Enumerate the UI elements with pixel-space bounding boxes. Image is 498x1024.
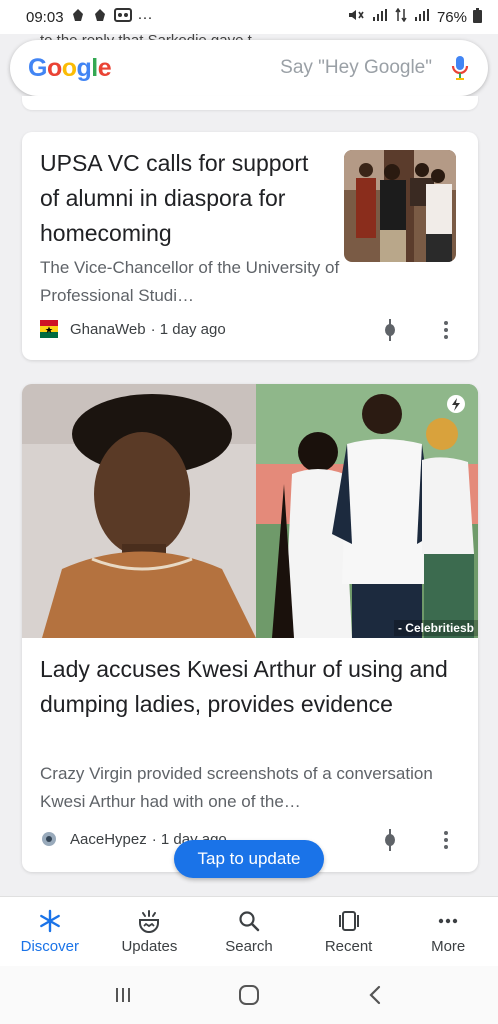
search-icon <box>236 908 262 934</box>
recents-icon <box>116 988 130 1002</box>
nav-label: Search <box>225 938 273 955</box>
image-credit: - Celebritiesb <box>393 620 478 636</box>
interest-icon[interactable] <box>378 318 402 342</box>
nav-more[interactable]: More <box>398 897 498 966</box>
card-snippet: The Vice-Chancellor of the University of… <box>40 258 340 305</box>
home-button[interactable] <box>229 975 269 1015</box>
nav-label: Discover <box>20 938 79 955</box>
notification-icon <box>92 8 108 26</box>
card-meta: GhanaWeb · 1 day ago <box>40 320 226 338</box>
card-source[interactable]: GhanaWeb <box>70 321 146 338</box>
nav-label: Recent <box>324 938 373 955</box>
mute-icon <box>347 8 365 26</box>
previous-card <box>22 96 478 110</box>
battery-icon <box>473 7 482 27</box>
bottom-nav: Discover Updates Search Recent More <box>0 896 498 966</box>
card-snippet: Crazy Virgin provided screenshots of a c… <box>40 764 433 811</box>
card-image[interactable]: - Celebritiesb <box>22 384 478 638</box>
interest-icon[interactable] <box>378 828 402 852</box>
status-more: ··· <box>137 8 153 26</box>
more-vert-icon[interactable] <box>434 318 458 342</box>
card-source[interactable]: AaceHypez <box>70 831 147 848</box>
card-title[interactable]: Lady accuses Kwesi Arthur of using and d… <box>40 652 460 722</box>
aacehypez-icon <box>40 830 58 848</box>
news-card[interactable]: UPSA VC calls for support of alumni in d… <box>22 132 478 360</box>
news-card[interactable]: - Celebritiesb Lady accuses Kwesi Arthur… <box>22 384 478 872</box>
search-hint: Say "Hey Google" <box>280 57 432 78</box>
back-icon <box>369 985 381 1005</box>
battery-percent: 76% <box>436 8 467 26</box>
card-thumbnail[interactable] <box>344 150 456 262</box>
card-age: · 1 day ago <box>150 320 226 338</box>
tap-to-update-button[interactable]: Tap to update <box>174 840 324 878</box>
mic-icon[interactable] <box>450 53 470 83</box>
nav-search[interactable]: Search <box>199 897 299 966</box>
updates-icon <box>136 908 162 934</box>
recent-icon <box>336 908 362 934</box>
ghanaweb-icon <box>40 320 58 338</box>
nav-label: Updates <box>121 938 178 955</box>
more-vert-icon[interactable] <box>434 828 458 852</box>
nav-label: More <box>431 938 466 955</box>
data-icon <box>395 7 407 26</box>
notification-icon <box>70 8 86 26</box>
card-title[interactable]: UPSA VC calls for support of alumni in d… <box>40 146 330 251</box>
home-icon <box>239 985 259 1005</box>
more-dots-icon <box>435 908 461 934</box>
nav-recent[interactable]: Recent <box>299 897 399 966</box>
signal-icon <box>413 8 431 26</box>
nav-discover[interactable]: Discover <box>0 897 100 966</box>
asterisk-icon <box>37 908 63 934</box>
nav-updates[interactable]: Updates <box>100 897 200 966</box>
recents-button[interactable] <box>103 975 143 1015</box>
signal-icon <box>371 8 389 26</box>
back-button[interactable] <box>355 975 395 1015</box>
system-nav-bar <box>0 966 498 1024</box>
search-bar[interactable]: Google Say "Hey Google" <box>10 40 488 96</box>
google-logo: Google <box>28 53 112 82</box>
gallery-icon <box>113 8 132 26</box>
status-time: 09:03 <box>26 8 64 26</box>
